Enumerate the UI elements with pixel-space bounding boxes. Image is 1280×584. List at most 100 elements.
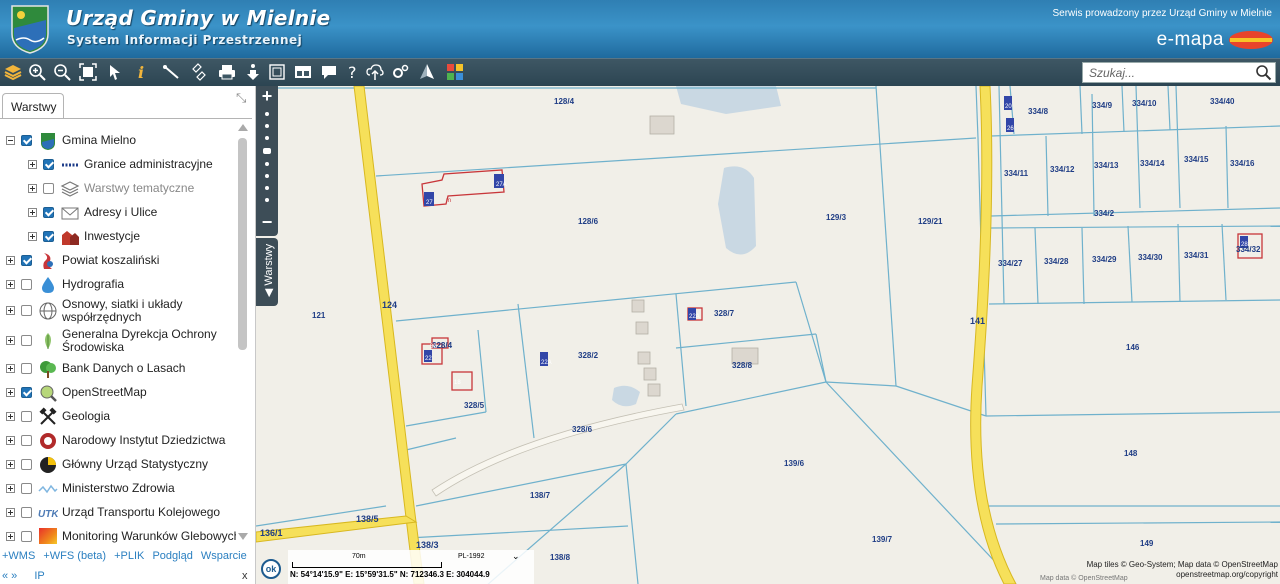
layer-row[interactable]: Bank Danych o Lasach — [0, 358, 236, 380]
parcel-label[interactable]: 334/12 — [1050, 165, 1075, 174]
parcel-label[interactable]: 328/6 — [572, 425, 593, 434]
scroll-up-icon[interactable] — [238, 124, 248, 131]
zoom-in-button[interactable]: + — [256, 87, 278, 105]
expand-icon[interactable] — [6, 364, 15, 373]
expand-icon[interactable] — [6, 388, 15, 397]
layer-label[interactable]: Granice administracyjne — [84, 158, 213, 171]
parcel-label[interactable]: 139/6 — [784, 459, 805, 468]
parcel-label[interactable]: 334/16 — [1230, 159, 1255, 168]
layer-row[interactable]: Powiat koszaliński — [0, 250, 236, 272]
parcel-label[interactable]: 128/4 — [554, 97, 575, 106]
scroll-down-icon[interactable] — [238, 533, 248, 540]
expand-icon[interactable] — [6, 532, 15, 541]
layer-checkbox[interactable] — [43, 207, 54, 218]
chevron-down-icon[interactable]: ⌄ — [512, 551, 520, 562]
parcel-label[interactable]: 148 — [1124, 449, 1138, 458]
layer-label[interactable]: Urząd Transportu Kolejowego — [62, 506, 220, 519]
expand-icon[interactable] — [6, 508, 15, 517]
parcel-label[interactable]: 328/5 — [464, 401, 485, 410]
parcel-label[interactable]: 146 — [1126, 343, 1140, 352]
scroll-thumb[interactable] — [238, 138, 247, 350]
expand-icon[interactable] — [28, 160, 37, 169]
zoom-level-dot[interactable] — [265, 162, 269, 166]
layer-row[interactable]: Inwestycje — [0, 226, 236, 248]
layer-row[interactable]: Warstwy tematyczne — [0, 178, 236, 200]
settings-tool[interactable] — [390, 61, 412, 83]
zoom-level-dot[interactable] — [265, 186, 269, 190]
parcel-label[interactable]: 334/14 — [1140, 159, 1165, 168]
layer-label[interactable]: Gmina Mielno — [62, 134, 136, 147]
parcel-label[interactable]: 334/9 — [1092, 101, 1113, 110]
collapse-panel-icon[interactable]: ⤡ — [236, 90, 246, 106]
parcel-label[interactable]: 138/8 — [550, 553, 571, 562]
map-canvas[interactable]: 128/4128/6 129/3 129/21121328/4328/2328/73… — [256, 86, 1280, 584]
parcel-label[interactable]: 334/32 — [1236, 245, 1261, 254]
layer-label[interactable]: Generalna Dyrekcja Ochrony Środowiska — [62, 328, 222, 354]
layer-label[interactable]: Główny Urząd Statystyczny — [62, 458, 208, 471]
tab-layers[interactable]: Warstwy — [2, 93, 64, 119]
layer-label[interactable]: Inwestycje — [84, 230, 140, 243]
layer-label[interactable]: Hydrografia — [62, 278, 124, 291]
layer-row[interactable]: Główny Urząd Statystyczny — [0, 454, 236, 476]
north-tool[interactable] — [416, 61, 438, 83]
parcel-label[interactable]: 334/30 — [1138, 253, 1163, 262]
layers-tool[interactable] — [2, 61, 24, 83]
layer-label[interactable]: Monitoring Warunków Glebowych — [62, 530, 236, 543]
comment-tool[interactable] — [318, 61, 340, 83]
ok-button[interactable]: ok — [261, 559, 281, 579]
layer-row[interactable]: OpenStreetMap — [0, 382, 236, 404]
parcel-label[interactable]: 334/13 — [1094, 161, 1119, 170]
parcel-label[interactable]: 334/10 — [1132, 99, 1157, 108]
add-wfs-link[interactable]: +WFS (beta) — [43, 550, 106, 562]
layer-checkbox[interactable] — [21, 435, 32, 446]
layer-label[interactable]: Adresy i Ulice — [84, 206, 157, 219]
layer-row[interactable]: UTK Urząd Transportu Kolejowego — [0, 502, 236, 524]
layer-row[interactable]: Geologia — [0, 406, 236, 428]
layer-row[interactable]: Generalna Dyrekcja Ochrony Środowiska — [0, 328, 236, 354]
expand-icon[interactable] — [28, 184, 37, 193]
zoom-in-tool[interactable] — [26, 61, 48, 83]
zoom-slider[interactable]: + − — [256, 86, 278, 236]
zoom-level-dot[interactable] — [265, 112, 269, 116]
select-tool[interactable] — [104, 61, 126, 83]
nav-arrows[interactable]: « » — [2, 570, 17, 582]
layer-checkbox[interactable] — [43, 231, 54, 242]
layer-label[interactable]: Warstwy tematyczne — [84, 182, 194, 195]
parcel-label[interactable]: 334/11 — [1004, 169, 1029, 178]
layer-checkbox[interactable] — [21, 459, 32, 470]
layer-row[interactable]: Granice administracyjne — [0, 154, 236, 176]
expand-icon[interactable] — [6, 256, 15, 265]
parcel-label[interactable]: 328/7 — [714, 309, 735, 318]
search-input[interactable] — [1089, 65, 1249, 81]
parcel-label[interactable]: 334/29 — [1092, 255, 1117, 264]
expand-icon[interactable] — [6, 336, 15, 345]
expand-icon[interactable] — [6, 306, 15, 315]
layer-row[interactable]: Adresy i Ulice — [0, 202, 236, 224]
expand-icon[interactable] — [6, 280, 15, 289]
ip-link[interactable]: IP — [34, 570, 44, 582]
measure-tool[interactable] — [160, 61, 182, 83]
layer-checkbox[interactable] — [21, 135, 32, 146]
layers-side-tab[interactable]: ◀ Warstwy — [256, 238, 278, 306]
zoom-out-tool[interactable] — [51, 61, 73, 83]
attribution-line-1[interactable]: Map tiles © Geo-System; Map data © OpenS… — [1028, 560, 1278, 570]
zoom-level-dot[interactable] — [265, 198, 269, 202]
parcel-label[interactable]: 334/2 — [1094, 209, 1115, 218]
layer-label[interactable]: Osnowy, siatki i układy współrzędnych — [62, 298, 222, 324]
parcel-label[interactable]: 334/28 — [1044, 257, 1069, 266]
print-tool[interactable] — [216, 61, 238, 83]
parcel-label[interactable]: 138/7 — [530, 491, 551, 500]
parcel-label[interactable]: 334/27 — [998, 259, 1023, 268]
layer-checkbox[interactable] — [21, 483, 32, 494]
layer-checkbox[interactable] — [21, 255, 32, 266]
layer-scrollbar[interactable] — [236, 122, 250, 544]
layer-checkbox[interactable] — [21, 531, 32, 542]
legend-tool[interactable] — [266, 61, 288, 83]
parcel-label[interactable]: 139/7 — [872, 535, 893, 544]
layer-checkbox[interactable] — [43, 183, 54, 194]
parcel-label[interactable]: 328/2 — [578, 351, 599, 360]
layer-label[interactable]: OpenStreetMap — [62, 386, 147, 399]
layer-checkbox[interactable] — [21, 279, 32, 290]
add-file-link[interactable]: +PLIK — [114, 550, 144, 562]
grid-tool[interactable] — [444, 61, 466, 83]
